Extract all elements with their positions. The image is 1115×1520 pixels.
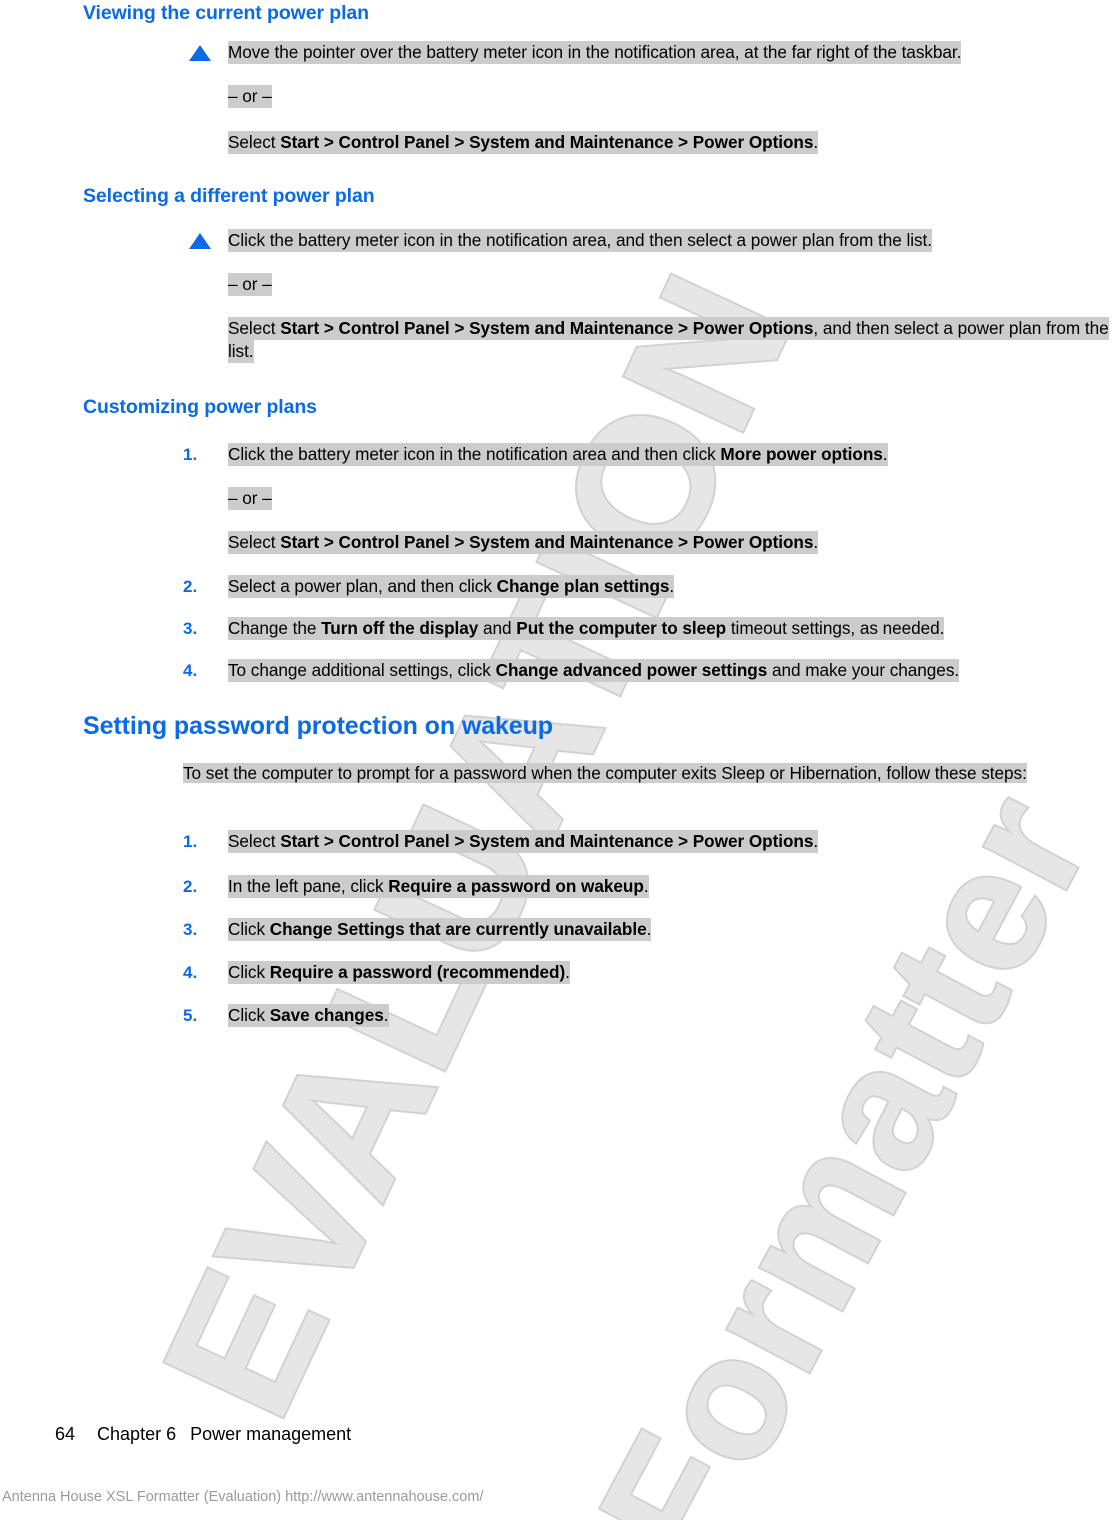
document-page: Viewing the current power plan Move the p… bbox=[0, 0, 1115, 1520]
text-run: . bbox=[646, 919, 652, 939]
text-run: – or – bbox=[228, 488, 272, 508]
text-run: Click bbox=[228, 1005, 270, 1025]
list-item-text: – or – bbox=[228, 273, 1115, 296]
section-heading-viewing-current-power-plan: Viewing the current power plan bbox=[83, 2, 369, 24]
ui-path-emphasis: Start > Control Panel > System and Maint… bbox=[280, 318, 814, 338]
section-heading-setting-password-protection-on-wakeup: Setting password protection on wakeup bbox=[83, 712, 553, 740]
ui-path-emphasis: Start > Control Panel > System and Maint… bbox=[280, 532, 814, 552]
list-item-text: Select a power plan, and then click Chan… bbox=[228, 575, 1115, 598]
list-item-text: To change additional settings, click Cha… bbox=[228, 659, 1115, 682]
text-run: . bbox=[383, 1005, 389, 1025]
text-run: . bbox=[813, 831, 819, 851]
ui-path-emphasis: Start > Control Panel > System and Maint… bbox=[280, 132, 814, 152]
list-item-text: Click Save changes. bbox=[228, 1004, 1115, 1027]
text-run: Click the battery meter icon in the noti… bbox=[228, 230, 932, 250]
list-item-text: Select Start > Control Panel > System an… bbox=[228, 131, 1115, 154]
text-run: . bbox=[669, 576, 675, 596]
footer-chapter-title: Power management bbox=[190, 1424, 352, 1444]
text-run: . bbox=[565, 962, 570, 982]
text-run: In the left pane, click bbox=[228, 876, 389, 896]
ui-path-emphasis: Require a password (recommended) bbox=[269, 962, 566, 982]
text-run: Click bbox=[228, 919, 270, 939]
text-run: Select bbox=[228, 318, 281, 338]
footer-page-number: 64 bbox=[55, 1424, 76, 1444]
text-run: Select bbox=[228, 132, 281, 152]
triangle-bullet-icon bbox=[189, 233, 211, 249]
paragraph-text: To set the computer to prompt for a pass… bbox=[183, 763, 1027, 783]
ui-path-emphasis: More power options bbox=[720, 444, 883, 464]
list-item-text: Change the Turn off the display and Put … bbox=[228, 617, 1115, 640]
evaluation-notice: Antenna House XSL Formatter (Evaluation)… bbox=[2, 1489, 484, 1505]
ui-path-emphasis: Turn off the display bbox=[321, 618, 479, 638]
list-item-text: – or – bbox=[228, 85, 1115, 108]
list-item-text: Click Change Settings that are currently… bbox=[228, 918, 1115, 941]
list-item-text: Click the battery meter icon in the noti… bbox=[228, 443, 1115, 466]
page-footer: 64 Chapter 6 Power management bbox=[55, 1424, 351, 1445]
section-heading-selecting-different-power-plan: Selecting a different power plan bbox=[83, 185, 375, 207]
list-item-text: Select Start > Control Panel > System an… bbox=[228, 317, 1115, 363]
text-run: Change the bbox=[228, 618, 322, 638]
text-run: To change additional settings, click bbox=[228, 660, 496, 680]
text-run: – or – bbox=[228, 86, 272, 106]
triangle-bullet-icon bbox=[189, 45, 211, 61]
text-run: Select bbox=[228, 831, 281, 851]
text-run: Select bbox=[228, 532, 281, 552]
text-run: Move the pointer over the battery meter … bbox=[228, 42, 962, 62]
list-item-text: Move the pointer over the battery meter … bbox=[228, 41, 1115, 64]
text-run: . bbox=[882, 444, 888, 464]
text-run: and make your changes. bbox=[767, 660, 960, 680]
text-run: . bbox=[813, 132, 819, 152]
section-heading-customizing-power-plans: Customizing power plans bbox=[83, 396, 317, 418]
text-run: Select a power plan, and then click bbox=[228, 576, 497, 596]
ui-path-emphasis: Change plan settings bbox=[496, 576, 670, 596]
text-run: – or – bbox=[228, 274, 272, 294]
footer-chapter: Chapter 6 bbox=[97, 1424, 177, 1444]
ui-path-emphasis: Change advanced power settings bbox=[495, 660, 768, 680]
text-run: and bbox=[478, 618, 517, 638]
ui-path-emphasis: Start > Control Panel > System and Maint… bbox=[280, 831, 814, 851]
text-run: Click the battery meter icon in the noti… bbox=[228, 444, 721, 464]
text-run: . bbox=[643, 876, 649, 896]
ui-path-emphasis: Put the computer to sleep bbox=[516, 618, 727, 638]
list-item-text: Click Require a password (recommended). bbox=[228, 961, 1115, 984]
text-run: Click bbox=[228, 962, 270, 982]
list-item-text: Click the battery meter icon in the noti… bbox=[228, 229, 1115, 252]
ui-path-emphasis: Change Settings that are currently unava… bbox=[269, 919, 647, 939]
ui-path-emphasis: Save changes bbox=[269, 1005, 384, 1025]
list-item-text: In the left pane, click Require a passwo… bbox=[228, 875, 1115, 898]
list-item-text: Select Start > Control Panel > System an… bbox=[228, 830, 1115, 853]
list-item-text: Select Start > Control Panel > System an… bbox=[228, 531, 1115, 554]
text-run: . bbox=[813, 532, 819, 552]
ui-path-emphasis: Require a password on wakeup bbox=[388, 876, 644, 896]
text-run: timeout settings, as needed. bbox=[726, 618, 945, 638]
list-item-text: – or – bbox=[228, 487, 1115, 510]
